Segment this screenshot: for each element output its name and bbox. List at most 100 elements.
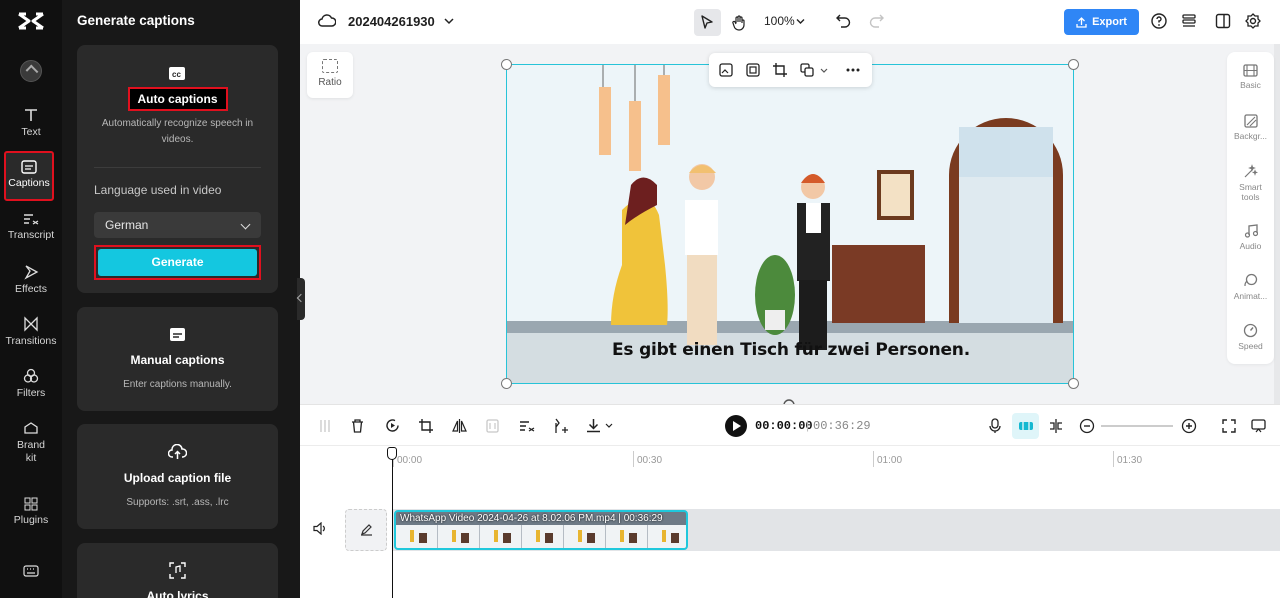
crop-frame-icon[interactable] (746, 63, 760, 77)
resize-handle[interactable] (1068, 59, 1079, 70)
redo-icon[interactable] (869, 14, 884, 28)
rail-item-plugins[interactable]: Plugins (0, 497, 62, 526)
manual-captions-card[interactable]: Manual captions Enter captions manually. (77, 307, 278, 411)
split-scene-icon[interactable] (1048, 418, 1064, 434)
zoom-out-icon[interactable] (1079, 418, 1095, 434)
hand-icon (732, 14, 745, 31)
film-icon (1243, 64, 1258, 77)
speaker-icon[interactable] (313, 522, 327, 535)
stack-icon[interactable] (1181, 13, 1197, 29)
rail-item-label: Transitions (5, 335, 57, 347)
rr-label: Smart tools (1239, 182, 1262, 202)
magnet-icon (1018, 422, 1033, 430)
upload-caption-title: Upload caption file (123, 471, 232, 485)
rail-item-label: Plugins (13, 514, 49, 526)
delete-icon[interactable] (351, 419, 364, 433)
auto-captions-card: cc Auto captions Automatically recognize… (77, 45, 278, 293)
rr-smart-tools[interactable]: Smart tools (1227, 164, 1274, 202)
microphone-icon[interactable] (989, 418, 1001, 434)
upload-caption-desc: Supports: .srt, .ass, .lrc (126, 497, 229, 508)
resize-handle[interactable] (501, 378, 512, 389)
select-tool-button[interactable] (694, 9, 721, 36)
crop-icon[interactable] (773, 63, 787, 77)
panel-collapse-handle[interactable] (297, 278, 305, 320)
export-button[interactable]: Export (1064, 9, 1139, 35)
svg-text:cc: cc (172, 70, 181, 79)
project-name[interactable]: 202404261930 (348, 14, 435, 29)
cloud-icon[interactable] (318, 13, 336, 29)
divider (94, 167, 261, 168)
hand-tool-button[interactable] (726, 9, 753, 36)
layout-icon[interactable] (1215, 13, 1231, 29)
transcript-icon[interactable] (519, 419, 535, 433)
export-label: Export (1092, 16, 1127, 28)
rr-speed[interactable]: Speed (1227, 323, 1274, 351)
playhead[interactable] (392, 447, 393, 598)
brand-kit-icon (24, 422, 38, 434)
avatar[interactable] (20, 60, 42, 82)
play-button[interactable] (725, 415, 747, 437)
undo-icon[interactable] (836, 14, 851, 28)
rail-item-transcript[interactable]: Transcript (0, 212, 62, 241)
rail-item-keyboard[interactable] (0, 565, 62, 580)
playhead-handle[interactable] (387, 447, 397, 460)
cursor-icon (701, 15, 713, 29)
help-icon[interactable] (1151, 13, 1167, 29)
rail-item-brand-kit[interactable]: Brand kit (0, 420, 62, 465)
time-separator: | (806, 418, 810, 432)
video-clip[interactable]: WhatsApp Video 2024-04-26 at 8.02.06 PM.… (394, 510, 688, 550)
resize-handle[interactable] (1068, 378, 1079, 389)
crop-icon[interactable] (419, 419, 433, 433)
video-preview[interactable]: Es gibt einen Tisch für zwei Personen. (506, 64, 1074, 384)
more-icon[interactable] (846, 68, 860, 72)
auto-lyrics-card[interactable]: Auto lyrics (77, 543, 278, 598)
settings-icon[interactable] (1245, 13, 1261, 29)
manual-captions-title: Manual captions (130, 353, 225, 367)
zoom-in-icon[interactable] (1181, 418, 1197, 434)
upload-icon (1076, 16, 1087, 28)
ruler-label: 00:00 (397, 455, 423, 466)
scroll-edge (1274, 44, 1280, 404)
loop-icon[interactable] (385, 418, 400, 433)
chevron-down-icon[interactable] (796, 18, 805, 25)
chevron-down-icon[interactable] (820, 68, 828, 74)
rr-animation[interactable]: Animat... (1227, 273, 1274, 301)
capcut-logo[interactable] (16, 10, 46, 32)
chevron-down-icon[interactable] (444, 17, 454, 25)
rail-item-label: Brand kit (16, 439, 46, 464)
zoom-level[interactable]: 100% (764, 14, 795, 28)
extract-icon[interactable] (554, 418, 568, 434)
ratio-button[interactable]: Ratio (307, 52, 353, 98)
rr-label: Audio (1239, 241, 1262, 251)
rail-item-effects[interactable]: Effects (0, 264, 62, 295)
add-image-icon[interactable] (719, 63, 733, 77)
caption-preview-icon[interactable] (1251, 419, 1266, 433)
fit-icon[interactable] (1222, 419, 1236, 433)
left-rail: Text Captions Transcript Effects Transit… (0, 0, 62, 598)
rail-item-captions[interactable]: Captions (4, 151, 54, 201)
rr-basic[interactable]: Basic (1227, 64, 1274, 90)
rr-audio[interactable]: Audio (1227, 224, 1274, 251)
lyrics-icon (169, 562, 186, 579)
rr-label: Basic (1240, 80, 1261, 90)
caption-text[interactable]: Es gibt einen Tisch für zwei Personen. (507, 340, 1073, 360)
mirror-icon[interactable] (452, 419, 467, 433)
total-time: 00:36:29 (813, 419, 871, 433)
generate-button[interactable]: Generate (98, 249, 257, 276)
language-select[interactable]: German (94, 212, 261, 238)
resize-handle[interactable] (501, 59, 512, 70)
replace-icon[interactable] (800, 63, 814, 77)
main-track-magnet-button[interactable] (1012, 413, 1039, 439)
cover-edit-button[interactable] (345, 509, 387, 551)
clip-label: WhatsApp Video 2024-04-26 at 8.02.06 PM.… (400, 513, 663, 524)
rail-item-text[interactable]: Text (0, 107, 62, 138)
timeline-zoom-slider[interactable] (1101, 425, 1173, 427)
upload-caption-card[interactable]: Upload caption file Supports: .srt, .ass… (77, 424, 278, 529)
chevron-down-icon[interactable] (605, 423, 613, 429)
split-icon (320, 420, 330, 432)
rail-item-filters[interactable]: Filters (0, 368, 62, 399)
current-time: 00:00:00 (755, 419, 813, 433)
rr-background[interactable]: Backgr... (1227, 114, 1274, 141)
rail-item-transitions[interactable]: Transitions (0, 316, 62, 347)
download-icon[interactable] (586, 418, 601, 433)
